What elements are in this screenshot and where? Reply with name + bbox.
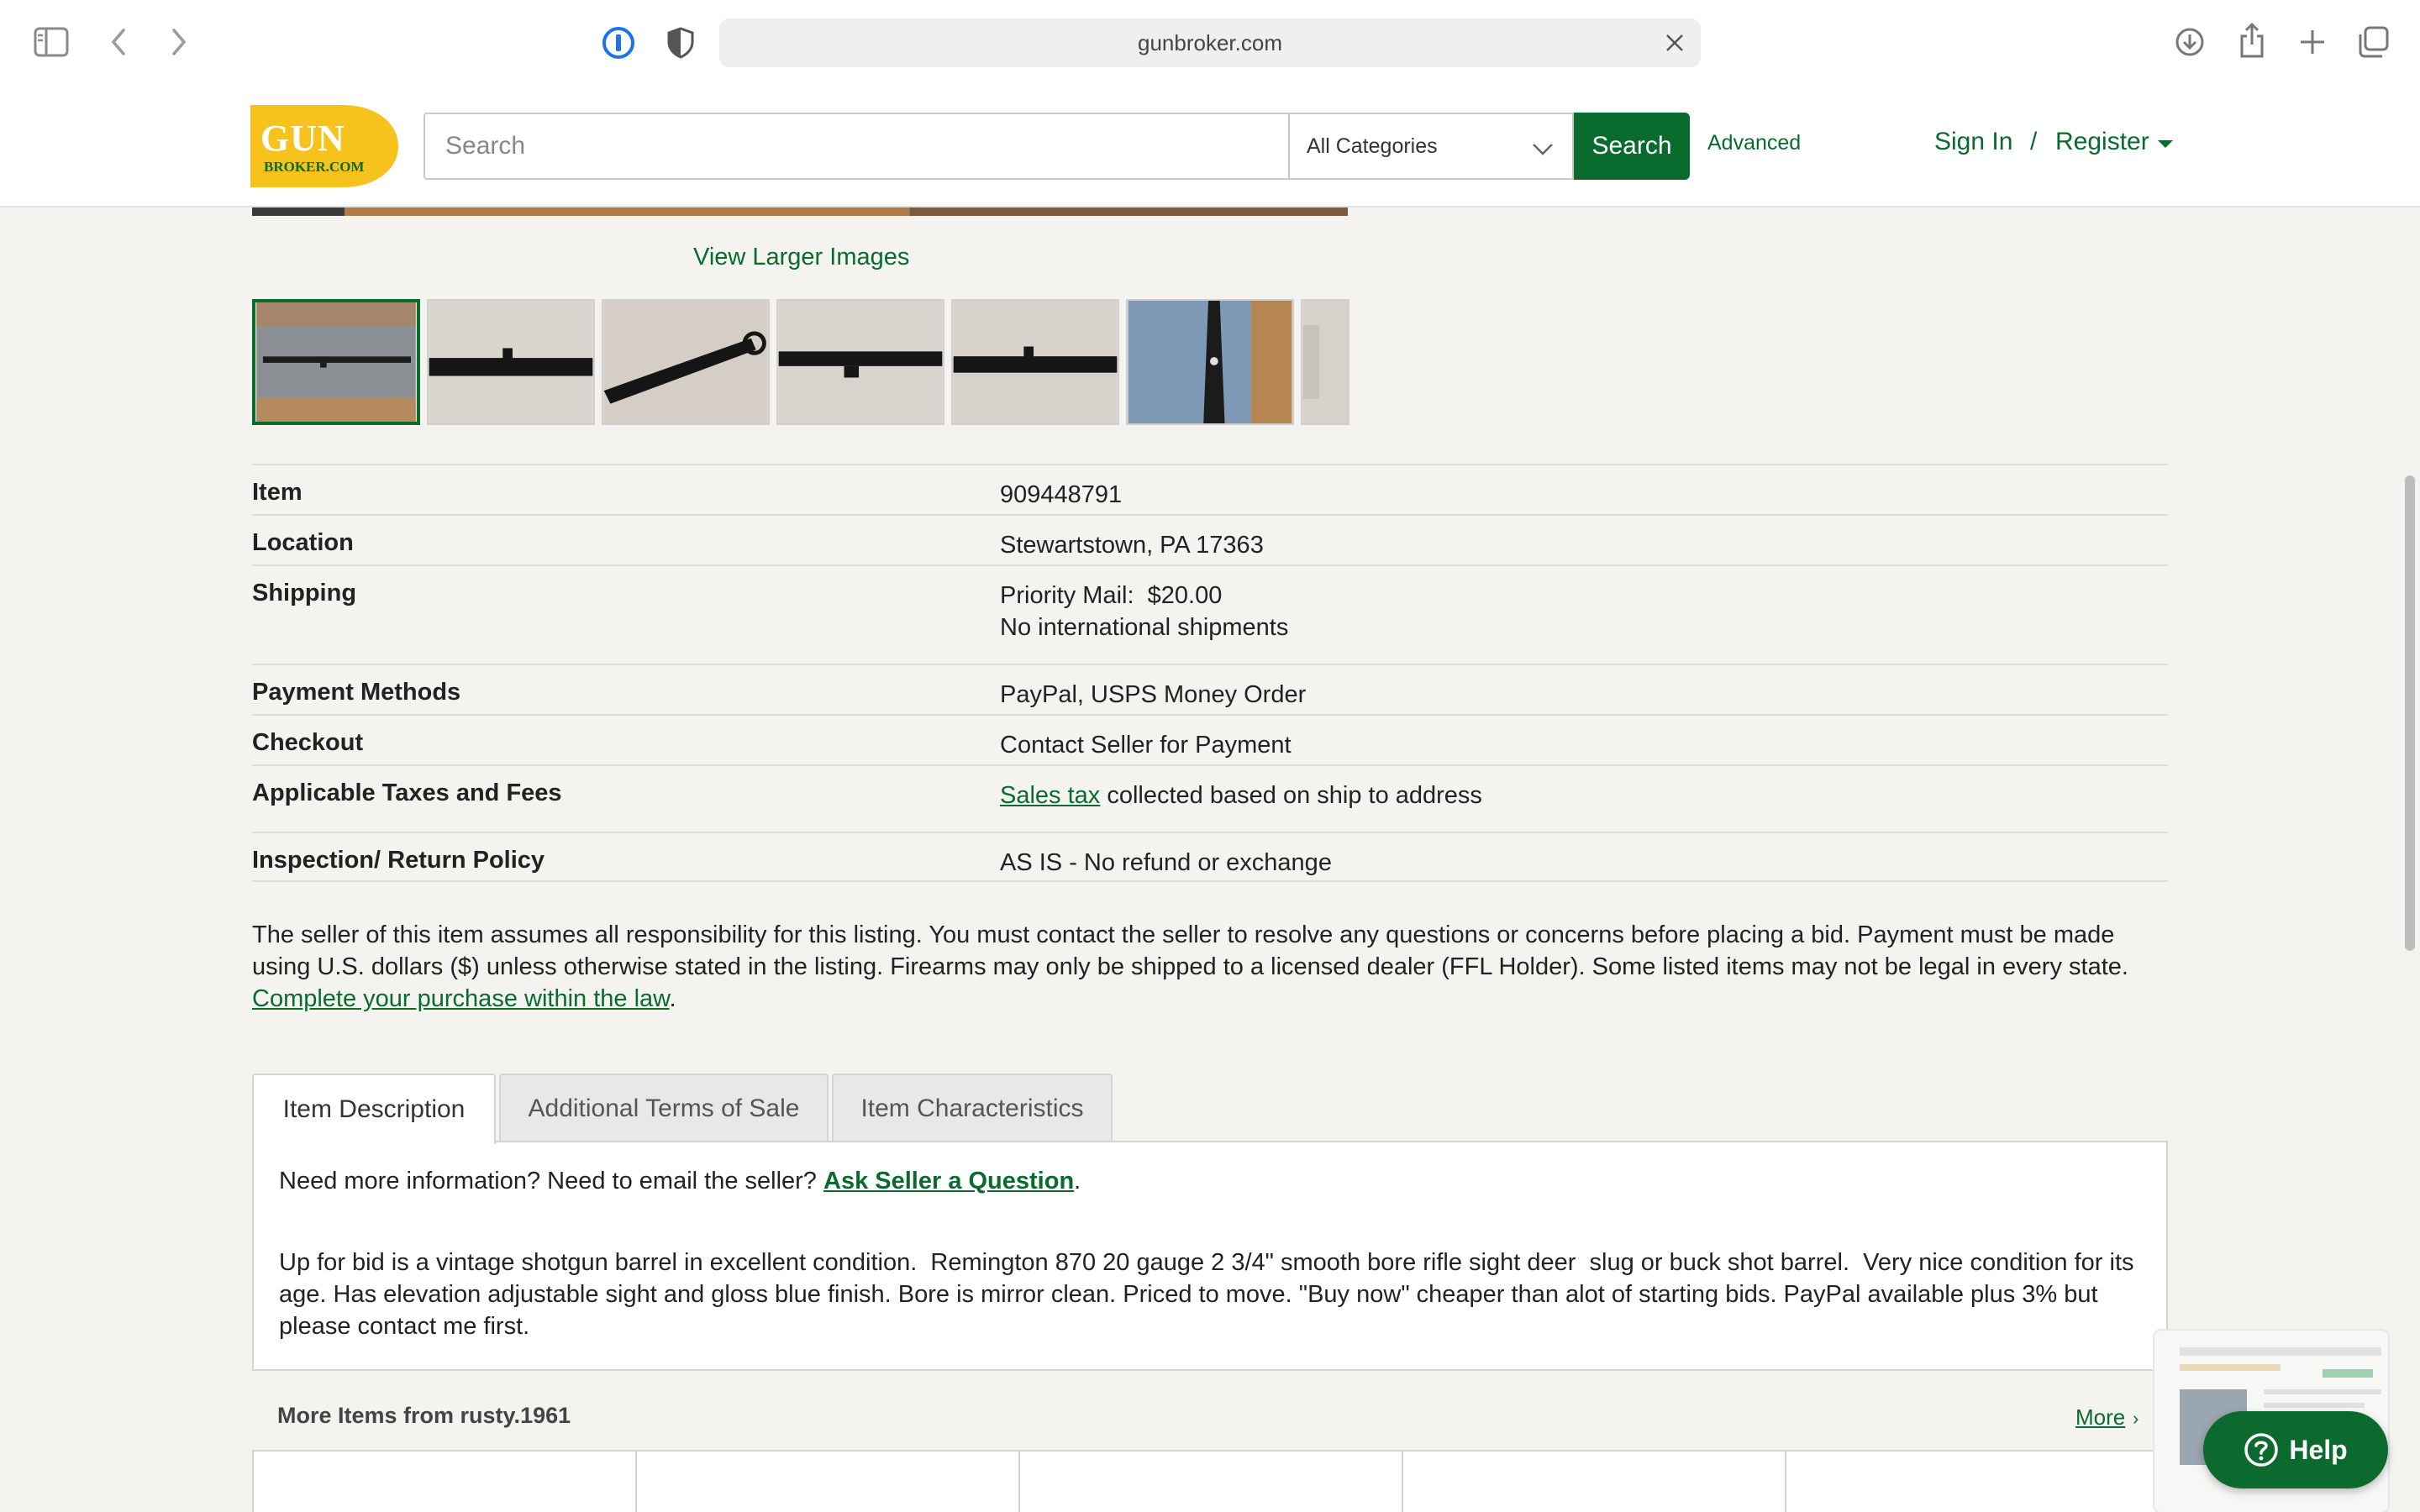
close-icon[interactable] <box>1660 29 1689 57</box>
url-text: gunbroker.com <box>1138 29 1282 55</box>
shipping-note: No international shipments <box>1000 614 1289 641</box>
thumbnail[interactable] <box>951 299 1119 425</box>
detail-label: Shipping <box>252 580 357 606</box>
detail-label: Item <box>252 479 302 506</box>
thumbnail[interactable] <box>602 299 770 425</box>
gunbroker-logo[interactable]: GUN BROKER.COM <box>250 105 398 187</box>
detail-row-shipping: Shipping Priority Mail: $20.00 No intern… <box>252 564 2168 664</box>
detail-value: 909448791 <box>1000 481 1123 508</box>
detail-label: Inspection/ Return Policy <box>252 847 545 874</box>
search-button[interactable]: Search <box>1574 113 1690 180</box>
item-description-text: Up for bid is a vintage shotgun barrel i… <box>279 1249 2141 1340</box>
question-icon <box>2244 1432 2279 1467</box>
detail-row-return-policy: Inspection/ Return Policy AS IS - No ref… <box>252 832 2168 882</box>
detail-value: AS IS - No refund or exchange <box>1000 849 1332 876</box>
search-input[interactable] <box>424 113 1289 180</box>
thumbnail-strip <box>252 299 1349 425</box>
detail-label: Applicable Taxes and Fees <box>252 780 562 806</box>
sidebar-icon[interactable] <box>34 25 69 59</box>
legal-purchase-link[interactable]: Complete your purchase within the law <box>252 985 669 1012</box>
forward-icon[interactable] <box>165 25 193 59</box>
register-label: Register <box>2055 128 2149 155</box>
detail-row-payment: Payment Methods PayPal, USPS Money Order <box>252 664 2168 714</box>
caret-down-icon <box>2157 139 2173 148</box>
scrollbar-thumb[interactable] <box>2405 475 2415 951</box>
item-details-table: Item 909448791 Location Stewartstown, PA… <box>252 464 2168 882</box>
chevron-right-icon: › <box>2133 1408 2139 1429</box>
more-items-title: More Items from rusty.1961 <box>277 1403 571 1428</box>
auth-separator: / <box>2030 128 2038 155</box>
password-manager-icon[interactable] <box>602 26 635 60</box>
logo-text-gun: GUN <box>260 118 345 159</box>
site-header: GUN BROKER.COM All Categories Search Adv… <box>0 84 2420 207</box>
address-bar[interactable]: gunbroker.com <box>719 18 1701 67</box>
item-card[interactable] <box>635 1450 1020 1512</box>
privacy-shield-icon[interactable] <box>666 26 696 60</box>
ask-suffix: . <box>1074 1168 1081 1194</box>
taxes-text: collected based on ship to address <box>1100 782 1482 809</box>
category-select[interactable]: All Categories <box>1288 113 1574 180</box>
view-larger-images-link[interactable]: View Larger Images <box>693 244 909 271</box>
tab-additional-terms[interactable]: Additional Terms of Sale <box>499 1074 829 1142</box>
disclaimer-end: . <box>669 985 676 1012</box>
tab-item-description[interactable]: Item Description <box>252 1074 496 1144</box>
advanced-search-link[interactable]: Advanced <box>1707 131 1801 155</box>
detail-label: Location <box>252 529 354 556</box>
disclaimer-text: The seller of this item assumes all resp… <box>252 921 2128 980</box>
ask-seller-link[interactable]: Ask Seller a Question <box>823 1168 1074 1194</box>
detail-row-location: Location Stewartstown, PA 17363 <box>252 514 2168 564</box>
detail-value: Priority Mail: $20.00 No international s… <box>1000 580 1288 643</box>
register-link[interactable]: Register <box>2055 128 2173 156</box>
item-card[interactable] <box>1018 1450 1403 1512</box>
thumbnail[interactable] <box>252 299 420 425</box>
thumbnail[interactable] <box>1301 299 1349 425</box>
detail-value: Stewartstown, PA 17363 <box>1000 532 1264 559</box>
category-selected-value: All Categories <box>1307 134 1438 158</box>
help-button[interactable]: Help <box>2203 1411 2388 1488</box>
share-icon[interactable] <box>2235 22 2269 59</box>
item-description-panel: Need more information? Need to email the… <box>252 1141 2168 1371</box>
thumbnail[interactable] <box>776 299 944 425</box>
item-card[interactable] <box>1402 1450 1786 1512</box>
chevron-down-icon <box>1530 136 1555 161</box>
thumbnail[interactable] <box>1126 299 1294 425</box>
detail-value: Contact Seller for Payment <box>1000 732 1292 759</box>
seller-disclaimer: The seller of this item assumes all resp… <box>252 919 2168 1015</box>
download-icon[interactable] <box>2173 25 2207 59</box>
tab-item-characteristics[interactable]: Item Characteristics <box>832 1074 1113 1142</box>
detail-label: Checkout <box>252 729 364 756</box>
ask-prefix: Need more information? Need to email the… <box>279 1168 823 1194</box>
detail-row-taxes: Applicable Taxes and Fees Sales tax coll… <box>252 764 2168 832</box>
sales-tax-link[interactable]: Sales tax <box>1000 782 1100 809</box>
detail-row-checkout: Checkout Contact Seller for Payment <box>252 714 2168 764</box>
item-card[interactable] <box>252 1450 637 1512</box>
back-icon[interactable] <box>104 25 133 59</box>
new-tab-icon[interactable] <box>2296 25 2329 59</box>
shipping-method: Priority Mail: $20.00 <box>1000 582 1223 609</box>
browser-toolbar: gunbroker.com <box>0 0 2420 84</box>
help-label: Help <box>2289 1434 2348 1465</box>
detail-label: Payment Methods <box>252 679 461 706</box>
detail-value: PayPal, USPS Money Order <box>1000 681 1307 708</box>
item-card[interactable] <box>1785 1450 2170 1512</box>
more-items-link[interactable]: More <box>2075 1404 2125 1431</box>
ask-seller-line: Need more information? Need to email the… <box>279 1168 1081 1195</box>
thumbnail[interactable] <box>427 299 595 425</box>
sign-in-link[interactable]: Sign In <box>1934 128 2012 156</box>
logo-text-broker: BROKER.COM <box>264 159 365 175</box>
more-items-row <box>252 1450 2170 1512</box>
detail-value: Sales tax collected based on ship to add… <box>1000 780 1482 811</box>
main-image-edge[interactable] <box>252 207 1348 216</box>
detail-row-item: Item 909448791 <box>252 464 2168 514</box>
tab-overview-icon[interactable] <box>2356 25 2390 59</box>
